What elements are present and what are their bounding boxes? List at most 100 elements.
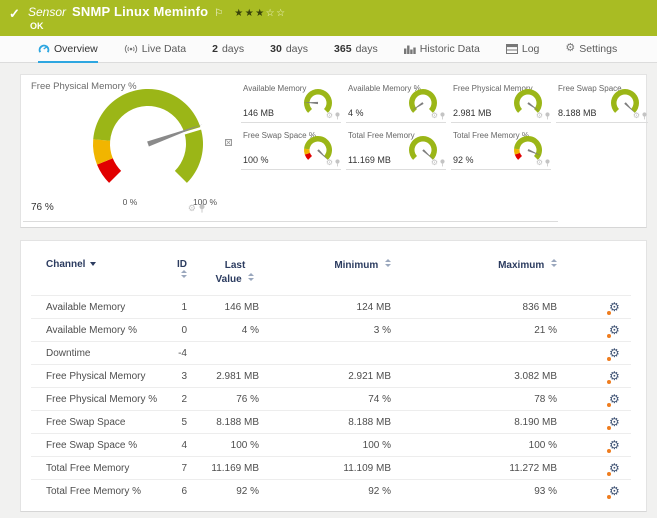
pin-icon[interactable] [545,158,550,167]
pin-icon[interactable] [545,111,550,120]
gauge-tile-actions: ⚙ [536,158,550,167]
gauge-tile-actions: ⚙ [431,111,445,120]
channel-settings-icon[interactable]: ⚙ [609,484,620,498]
column-header-channel[interactable]: Channel [31,253,171,296]
column-header-maximum[interactable]: Maximum [403,253,569,296]
gauge-scale-min-label: 0 % [122,197,138,207]
tab-historic-data[interactable]: Historic Data [403,36,480,63]
priority-star[interactable]: ★ [234,8,244,19]
mini-gauges-grid: Available Memory 146 MB ⚙ Available Memo… [241,83,648,170]
channel-id: 1 [171,295,199,319]
channel-maximum: 100 % [403,433,569,457]
gauge-tile-actions: ⚙ [536,111,550,120]
channel-maximum: 93 % [403,479,569,503]
channel-last-value: 76 % [199,387,271,411]
table-row: Free Physical Memory % 2 76 % 74 % 78 % … [31,387,631,411]
sort-desc-icon [90,262,97,266]
channel-settings-icon[interactable]: ⚙ [609,392,620,406]
pin-icon[interactable] [335,158,340,167]
gear-icon[interactable]: ⚙ [431,158,438,167]
status-ok-icon: ✓ [9,6,20,21]
tab-30-days[interactable]: 30 days [270,36,308,63]
channel-settings-icon[interactable]: ⚙ [609,300,620,314]
tab-365-days[interactable]: 365 days [334,36,378,63]
tab-2-days[interactable]: 2 days [212,36,244,63]
mini-gauge-tile: Available Memory % 4 % ⚙ [346,83,446,123]
priority-star[interactable]: ★ [245,8,255,19]
gauge-tile-actions: ⚙ [633,111,647,120]
pin-icon[interactable] [440,111,445,120]
tab-settings[interactable]: ⚙ Settings [565,36,617,63]
channel-last-value: 100 % [199,433,271,457]
channels-table: Channel ID Last Value Minimum Maximum Ava… [31,253,631,503]
sensor-status: OK [30,21,44,31]
pin-icon[interactable] [642,111,647,120]
channel-settings-icon[interactable]: ⚙ [609,323,620,337]
gauge-tile-actions: ⚙ [188,203,205,214]
gear-icon[interactable]: ⚙ [326,111,333,120]
mini-gauge-tile: Available Memory 146 MB ⚙ [241,83,341,123]
gauge-title: Available Memory [243,84,307,93]
priority-star[interactable]: ☆ [276,8,286,19]
channel-settings-icon[interactable]: ⚙ [609,438,620,452]
channel-id: 4 [171,433,199,457]
gauge-tile-actions: ⚙ [431,158,445,167]
pin-icon[interactable] [440,158,445,167]
channel-name: Available Memory [31,295,171,319]
channel-settings-icon[interactable]: ⚙ [609,415,620,429]
channel-name: Free Physical Memory % [31,387,171,411]
channel-last-value: 2.981 MB [199,364,271,388]
gauges-panel: Free Physical Memory % 0 % 100 % 76 % ⚙ … [20,74,648,228]
gear-icon[interactable]: ⚙ [326,158,333,167]
channel-name: Free Swap Space % [31,433,171,457]
channel-settings-icon[interactable]: ⚙ [609,461,620,475]
gear-icon[interactable]: ⚙ [536,111,543,120]
channel-id: 3 [171,364,199,388]
channel-minimum: 124 MB [271,295,403,319]
channel-name: Free Physical Memory [31,364,171,388]
channel-maximum: 836 MB [403,295,569,319]
channel-id: -4 [171,341,199,365]
mini-gauge-tile: Free Swap Space 8.188 MB ⚙ [556,83,648,123]
flag-icon[interactable]: ⚐ [214,8,223,19]
gauge-tile-actions: ⚙ [326,111,340,120]
channel-settings-icon[interactable]: ⚙ [609,369,620,383]
channel-minimum: 100 % [271,433,403,457]
channel-last-value: 8.188 MB [199,410,271,434]
channel-minimum: 11.109 MB [271,456,403,480]
channel-name: Total Free Memory [31,456,171,480]
gear-icon[interactable]: ⚙ [188,203,196,214]
channel-settings-icon[interactable]: ⚙ [609,346,620,360]
pin-icon[interactable] [199,204,205,213]
channel-last-value: 146 MB [199,295,271,319]
gear-icon[interactable]: ⚙ [431,111,438,120]
channel-minimum: 74 % [271,387,403,411]
sensor-kind-label: Sensor [28,5,67,19]
channel-name: Total Free Memory % [31,479,171,503]
priority-star[interactable]: ★ [255,8,265,19]
column-header-last_value[interactable]: Last Value [199,253,271,296]
table-row: Free Swap Space % 4 100 % 100 % 100 % ⚙ [31,433,631,457]
divider [23,221,558,222]
tab-overview[interactable]: Overview [38,36,98,63]
main-gauge [93,89,204,183]
priority-star[interactable]: ☆ [266,8,276,19]
gauge-value: 146 MB [243,108,275,118]
gauge-value: 92 % [453,155,474,165]
gauge-value: 2.981 MB [453,108,492,118]
table-row: Free Swap Space 5 8.188 MB 8.188 MB 8.19… [31,410,631,434]
column-header-minimum[interactable]: Minimum [271,253,403,296]
table-row: Downtime -4 ⚙ [31,341,631,365]
table-row: Available Memory 1 146 MB 124 MB 836 MB … [31,295,631,319]
pin-icon[interactable] [335,111,340,120]
channel-last-value [199,341,271,365]
mini-gauge-tile: Total Free Memory % 92 % ⚙ [451,130,551,170]
gear-icon[interactable]: ⚙ [633,111,640,120]
column-header-id[interactable]: ID [171,253,199,296]
gear-icon[interactable]: ⚙ [536,158,543,167]
mini-gauge-tile: Free Physical Memory 2.981 MB ⚙ [451,83,551,123]
tab-live-data[interactable]: Live Data [124,36,186,63]
tab-log[interactable]: Log [505,36,539,63]
sort-icon [385,259,391,267]
channel-maximum: 11.272 MB [403,456,569,480]
